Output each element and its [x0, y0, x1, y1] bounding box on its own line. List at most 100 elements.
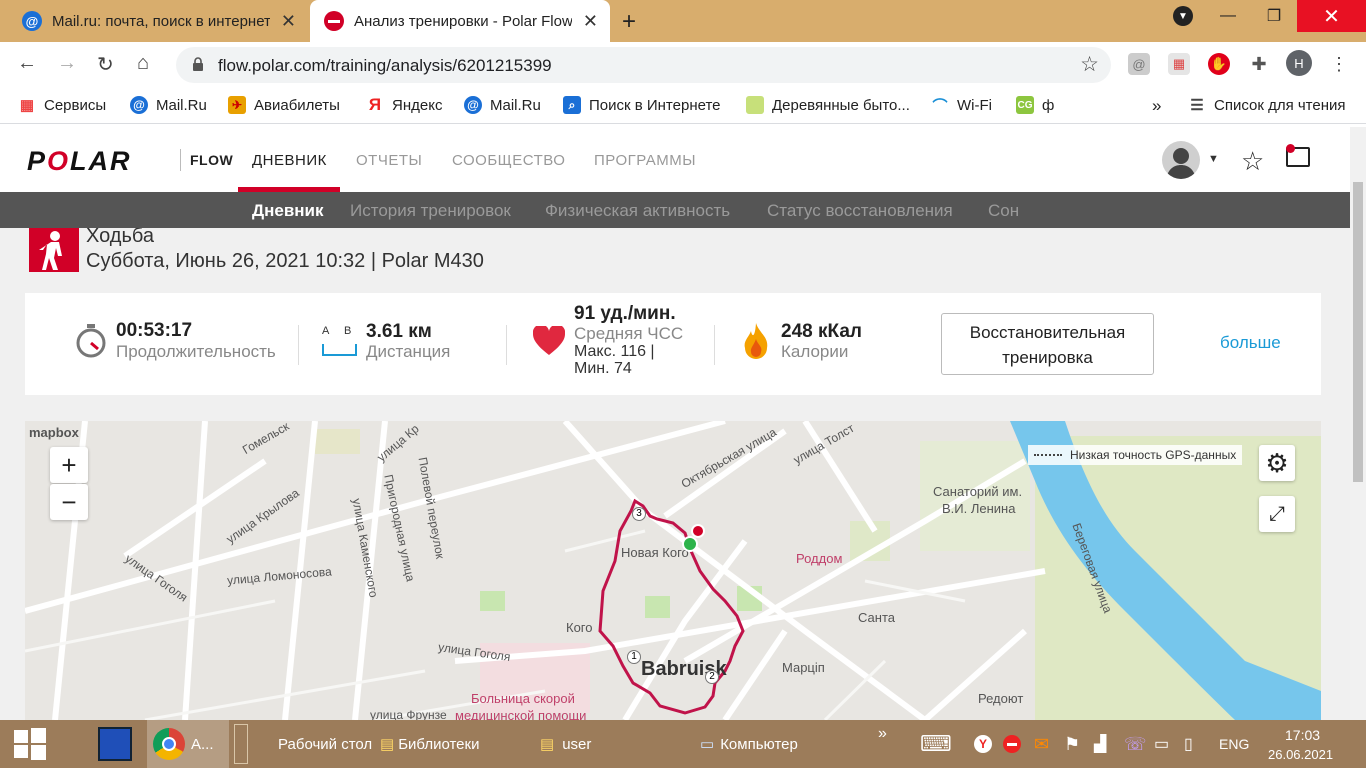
network-signal-icon[interactable]: ▟ — [1094, 720, 1106, 768]
reading-list-button[interactable]: ☰ Список для чтения — [1188, 96, 1345, 115]
keyboard-icon[interactable]: ⌨ — [920, 720, 952, 768]
tab-polar-flow[interactable]: Анализ тренировки - Polar Flow ✕ — [310, 0, 610, 42]
taskbar-handle[interactable] — [234, 720, 252, 768]
recovery-training-button[interactable]: Восстановительная тренировка — [941, 313, 1154, 375]
hr-label: Средняя ЧСС — [574, 324, 684, 343]
save-app-icon[interactable] — [95, 720, 135, 768]
bookmark-wooden[interactable]: Деревянные быто... — [746, 96, 910, 114]
new-tab-icon[interactable]: + — [622, 8, 636, 36]
leaf-icon — [746, 96, 764, 114]
place-label: Роддом — [796, 551, 843, 566]
nav-programs[interactable]: ПРОГРАММЫ — [594, 152, 696, 169]
polar-favicon-icon — [324, 11, 344, 31]
mail-tray-icon[interactable]: ✉ — [1034, 720, 1049, 768]
address-bar[interactable]: flow.polar.com/training/analysis/6201215… — [176, 47, 1111, 83]
flame-icon — [744, 323, 768, 359]
bookmark-yandex[interactable]: Я Яндекс — [366, 95, 443, 114]
chevron-down-icon[interactable]: ▼ — [1208, 153, 1219, 165]
bookmark-star-icon[interactable]: ☆ — [1080, 52, 1099, 77]
close-tab-icon[interactable]: ✕ — [281, 11, 296, 32]
action-center-flag-icon[interactable]: ⚑ — [1064, 720, 1080, 768]
dotted-line-icon — [1034, 454, 1062, 456]
zoom-in-button[interactable]: + — [50, 447, 88, 483]
tab-title: Mail.ru: почта, поиск в интернете — [52, 12, 270, 30]
search-icon: ⌕ — [563, 96, 581, 114]
windows-logo-icon — [14, 728, 46, 760]
yandex-tray-icon[interactable]: Y — [974, 720, 992, 768]
language-indicator[interactable]: ENG — [1219, 720, 1249, 768]
subnav-recovery-status[interactable]: Статус восстановления — [767, 201, 953, 221]
calendar-extension-icon[interactable]: ▦ — [1168, 53, 1190, 75]
subnav-training-history[interactable]: История тренировок — [350, 201, 511, 221]
reload-icon[interactable]: ↻ — [97, 52, 114, 77]
home-icon[interactable]: ⌂ — [137, 52, 149, 75]
clock-date[interactable]: 26.06.2021 — [1268, 747, 1333, 762]
map-settings-gear-icon[interactable]: ⚙ — [1259, 445, 1295, 481]
km-marker: 3 — [632, 507, 646, 521]
stop-tray-icon[interactable] — [1003, 720, 1021, 768]
favorites-star-icon[interactable]: ☆ — [1241, 146, 1264, 177]
hr-min: Мин. 74 — [574, 360, 632, 377]
clock-time[interactable]: 17:03 — [1285, 727, 1320, 743]
bookmark-f[interactable]: CG ф — [1016, 96, 1054, 114]
windows-taskbar: А... Рабочий стол ▤ Библиотеки ▤ user ▭ Ком… — [0, 720, 1366, 768]
profile-avatar-icon[interactable]: Н — [1286, 50, 1312, 76]
hr-value: 91 уд./мин. — [574, 303, 676, 324]
user-avatar[interactable] — [1162, 141, 1200, 179]
bookmark-mailru-2[interactable]: @ Mail.Ru — [464, 96, 541, 114]
distance-value: 3.61 км — [366, 321, 432, 342]
bookmarks-overflow[interactable]: » — [1152, 96, 1161, 116]
mapbox-attribution[interactable]: mapbox — [29, 425, 79, 440]
battery-tray-icon[interactable]: ▯ — [1184, 720, 1193, 768]
start-button[interactable] — [10, 720, 50, 768]
page-scrollbar[interactable] — [1350, 127, 1366, 720]
extensions-puzzle-icon[interactable]: ✚ — [1248, 53, 1270, 75]
adblock-extension-icon[interactable]: ✋ — [1208, 53, 1230, 75]
subnav-activity[interactable]: Физическая активность — [545, 201, 730, 221]
monitor-tray-icon[interactable]: ▭ — [1154, 720, 1169, 768]
duration-value: 00:53:17 — [116, 320, 193, 341]
bookmark-services[interactable]: ▦ Сервисы — [18, 96, 106, 115]
bookmark-mailru[interactable]: @ Mail.Ru — [130, 96, 207, 114]
divider — [298, 325, 299, 365]
subnav-sleep[interactable]: Сон — [988, 201, 1019, 221]
fullscreen-icon[interactable]: ⤢ — [1259, 496, 1295, 532]
taskbar-user[interactable]: ▤ user — [540, 720, 591, 768]
reading-list-icon: ☰ — [1190, 97, 1204, 114]
taskbar-computer[interactable]: ▭ Компьютер — [700, 720, 798, 768]
maximize-icon[interactable]: ❐ — [1251, 0, 1297, 32]
training-analysis: Ходьба Суббота, Июнь 26, 2021 10:32 | Po… — [0, 228, 1350, 720]
chrome-taskbar-button[interactable]: А... — [147, 720, 229, 768]
forward-icon[interactable]: → — [57, 52, 77, 75]
tray-overflow[interactable]: » — [878, 710, 887, 758]
calories-value: 248 кКал — [781, 321, 862, 342]
computer-icon: ▭ — [700, 736, 715, 753]
taskbar-libraries[interactable]: ▤ Библиотеки — [380, 720, 479, 768]
more-link[interactable]: больше — [1220, 333, 1281, 353]
close-window-icon[interactable]: ✕ — [1297, 0, 1366, 32]
viber-tray-icon[interactable]: ☏ — [1124, 720, 1147, 768]
back-icon[interactable]: ← — [17, 52, 37, 75]
place-label: Санта — [858, 610, 895, 625]
session-date-device: Суббота, Июнь 26, 2021 10:32 | Polar M43… — [86, 250, 484, 272]
url-text: flow.polar.com/training/analysis/6201215… — [218, 56, 552, 75]
tab-mailru[interactable]: @ Mail.ru: почта, поиск в интернете ✕ — [8, 0, 308, 42]
nav-community[interactable]: СООБЩЕСТВО — [452, 152, 565, 169]
heart-icon — [533, 326, 565, 355]
browser-menu-icon[interactable]: ⋮ — [1328, 53, 1350, 75]
minimize-icon[interactable]: — — [1205, 0, 1251, 32]
close-tab-icon[interactable]: ✕ — [583, 11, 598, 32]
taskbar-desktop[interactable]: Рабочий стол — [278, 720, 372, 768]
subnav-diary[interactable]: Дневник — [252, 201, 324, 221]
tab-search-icon[interactable]: ▼ — [1160, 0, 1206, 32]
route-map[interactable]: Гомельск улица Кр улица Крылова Полевой … — [25, 421, 1321, 720]
bookmark-avia[interactable]: ✈ Авиабилеты — [228, 96, 340, 114]
bookmark-wifi[interactable]: ⌒ Wi-Fi — [931, 96, 992, 115]
scrollbar-thumb[interactable] — [1353, 182, 1363, 482]
bookmark-search[interactable]: ⌕ Поиск в Интернете — [563, 96, 721, 114]
zoom-out-button[interactable]: − — [50, 484, 88, 520]
nav-reports[interactable]: ОТЧЕТЫ — [356, 152, 422, 169]
mail-extension-icon[interactable]: @ — [1128, 53, 1150, 75]
nav-diary[interactable]: ДНЕВНИК — [252, 152, 327, 169]
polar-logo[interactable]: POLAR — [27, 146, 132, 177]
